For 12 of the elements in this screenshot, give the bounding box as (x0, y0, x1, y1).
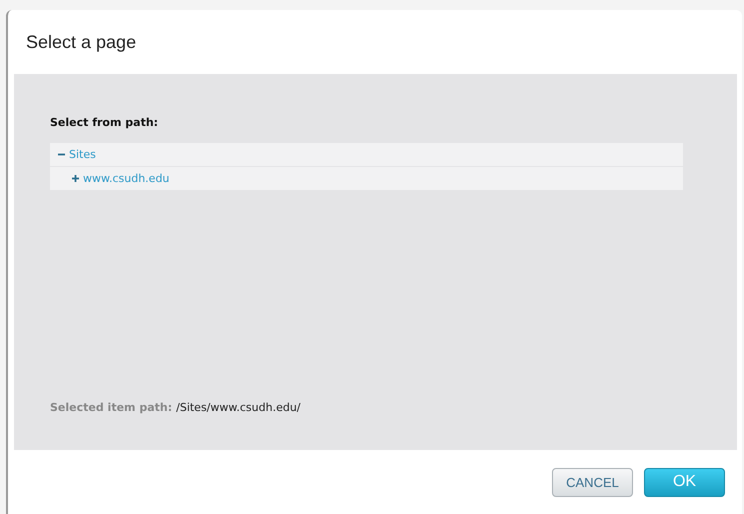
path-label: Selected item path: (50, 401, 172, 414)
plus-icon[interactable] (72, 175, 79, 182)
path-value: /Sites/www.csudh.edu/ (176, 401, 300, 414)
minus-icon[interactable] (58, 151, 65, 158)
tree-heading: Select from path: (50, 116, 160, 129)
dialog-title: Select a page (26, 32, 136, 52)
tree-item-label[interactable]: www.csudh.edu (83, 172, 170, 185)
tree-row[interactable]: Sites (50, 143, 683, 166)
ok-button[interactable]: OK (644, 468, 725, 496)
tree-row[interactable]: www.csudh.edu (50, 167, 683, 190)
tree-item-label[interactable]: Sites (69, 148, 96, 161)
cancel-button[interactable]: CANCEL (552, 468, 633, 496)
